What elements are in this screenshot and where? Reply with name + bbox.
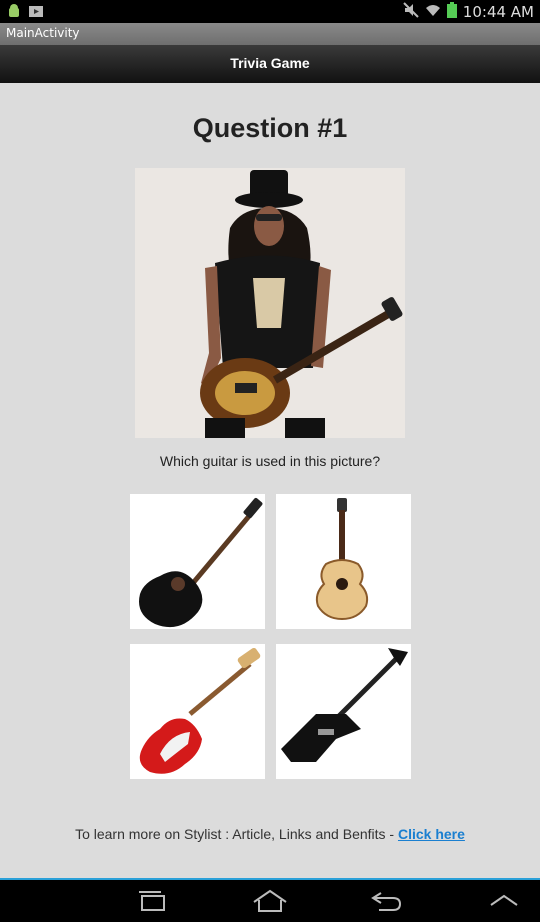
answer-option-acoustic-natural[interactable] [276, 494, 411, 629]
status-time: 10:44 AM [462, 3, 534, 21]
answer-option-acoustic-cutaway-black[interactable] [130, 494, 265, 629]
click-here-link[interactable]: Click here [398, 826, 465, 842]
media-icon [28, 3, 44, 23]
menu-up-icon[interactable] [484, 886, 524, 916]
activity-title-bar: MainActivity [0, 23, 540, 45]
android-debug-icon [6, 3, 22, 23]
navigation-bar [0, 880, 540, 922]
answer-option-electric-black-explorer[interactable] [276, 644, 411, 779]
status-bar: 10:44 AM [0, 0, 540, 23]
activity-title: MainActivity [6, 26, 80, 40]
guitarist-photo [135, 168, 405, 438]
wifi-icon [425, 2, 441, 22]
recent-apps-icon[interactable] [132, 886, 172, 916]
question-text: Which guitar is used in this picture? [159, 453, 381, 469]
home-icon[interactable] [250, 886, 290, 916]
action-bar: Trivia Game [0, 45, 540, 83]
main-content: Question #1 Which guitar is used in this… [0, 83, 540, 879]
mute-icon [403, 2, 419, 22]
footer-label: To learn more on Stylist : Article, Link… [75, 826, 398, 842]
app-title: Trivia Game [230, 55, 310, 71]
battery-icon [446, 2, 457, 22]
back-icon[interactable] [366, 886, 406, 916]
answer-option-electric-red-strat[interactable] [130, 644, 265, 779]
question-title: Question #1 [192, 113, 348, 143]
footer-text: To learn more on Stylist : Article, Link… [0, 826, 540, 842]
